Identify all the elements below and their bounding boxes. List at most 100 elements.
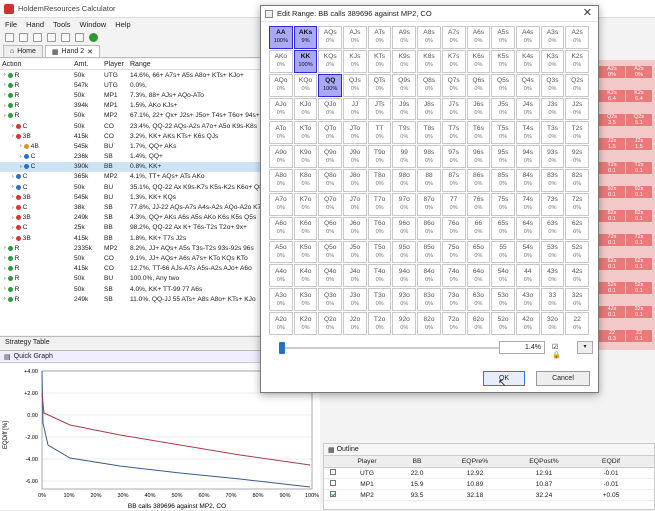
slider-track[interactable]	[279, 347, 499, 349]
range-cell-j8o[interactable]: J8o 0%	[343, 169, 367, 192]
outline-header-bb[interactable]: BB	[392, 458, 442, 465]
range-cell-93s[interactable]: 93s 0%	[540, 145, 565, 169]
range-cell-92s[interactable]: 92s 0%	[565, 145, 589, 169]
range-cell-84o[interactable]: 84o 0%	[417, 264, 441, 288]
expand-icon[interactable]: ›	[20, 154, 22, 160]
range-cell-aqo[interactable]: AQo 0%	[269, 73, 293, 97]
new-file-icon[interactable]	[5, 33, 14, 42]
undo-icon[interactable]	[47, 33, 56, 42]
range-cell-k4s[interactable]: K4s 0%	[515, 49, 540, 73]
redo-icon[interactable]	[61, 33, 70, 42]
menu-help[interactable]: Help	[115, 20, 130, 29]
range-cell-93o[interactable]: 93o 0%	[392, 288, 417, 312]
range-cell-53o[interactable]: 53o 0%	[491, 288, 515, 312]
table-row[interactable]: › C 365k MP2 4.1%, TT+ AQs+ ATs AKo	[0, 172, 261, 182]
outline-checkbox[interactable]	[330, 480, 336, 486]
range-cell-t2s[interactable]: T2s 0%	[565, 121, 589, 145]
range-cell-94s[interactable]: 94s 0%	[515, 145, 540, 169]
table-row[interactable]: › R 50k MP1 7.3%, 88+ AJs+ AQo-ATo	[0, 90, 261, 100]
range-cell-t8o[interactable]: T8o 0%	[367, 169, 392, 192]
range-cell-j9o[interactable]: J9o 0%	[343, 145, 367, 169]
range-cell-k5o[interactable]: K5o 0%	[293, 240, 318, 264]
range-cell-44[interactable]: 44 0%	[515, 264, 540, 288]
range-cell-a9s[interactable]: A9s 0%	[392, 26, 417, 49]
range-cell-j4s[interactable]: J4s 0%	[515, 97, 540, 121]
range-cell-t3s[interactable]: T3s 0%	[540, 121, 565, 145]
expand-icon[interactable]: ›	[4, 103, 6, 109]
range-cell-q9s[interactable]: Q9s 0%	[392, 73, 417, 97]
range-cell-82s[interactable]: 82s 0%	[565, 169, 589, 192]
table-row[interactable]: › C 50k BU 35.1%, QQ-22 Ax K9s-K7s K5s-K2…	[0, 182, 261, 192]
range-cell-k9o[interactable]: K9o 0%	[293, 145, 318, 169]
range-cell-a8o[interactable]: A8o 0%	[269, 169, 293, 192]
range-cell-k5s[interactable]: K5s 0%	[491, 49, 515, 73]
range-cell-74s[interactable]: 74s 0%	[515, 192, 540, 216]
range-cell-aqs[interactable]: AQs 0%	[318, 26, 343, 49]
range-cell-jto[interactable]: JTo 0%	[343, 121, 367, 145]
range-cell-q5o[interactable]: Q5o 0%	[318, 240, 343, 264]
range-cell-q2s[interactable]: Q2s 0%	[565, 73, 589, 97]
table-row[interactable]: › R 415k CO 12.7%, TT-66 AJs-A7s A5s-A2s …	[0, 264, 261, 274]
range-cell-32s[interactable]: 32s 0%	[565, 288, 589, 312]
range-cell-j4o[interactable]: J4o 0%	[343, 264, 367, 288]
outline-header-eqpost[interactable]: EQPost%	[508, 458, 580, 465]
range-cell-t8s[interactable]: T8s 0%	[417, 121, 441, 145]
options-button[interactable]: ▾	[577, 341, 593, 354]
range-cell-94o[interactable]: 94o 0%	[392, 264, 417, 288]
range-cell-43s[interactable]: 43s 0%	[540, 264, 565, 288]
range-slider[interactable]	[279, 342, 499, 354]
range-cell-a5o[interactable]: A5o 0%	[269, 240, 293, 264]
menu-window[interactable]: Window	[80, 20, 107, 29]
run-icon[interactable]	[89, 33, 98, 42]
range-cell-32o[interactable]: 32o 0%	[540, 312, 565, 335]
range-cell-84s[interactable]: 84s 0%	[515, 169, 540, 192]
range-cell-42s[interactable]: 42s 0%	[565, 264, 589, 288]
range-cell-a8s[interactable]: A8s 0%	[417, 26, 441, 49]
outline-row[interactable]: MP2 93.5 32.18 32.24 +0.05	[324, 490, 654, 501]
range-cell-t7s[interactable]: T7s 0%	[441, 121, 466, 145]
expand-icon[interactable]: ›	[12, 174, 14, 180]
range-cell-t6o[interactable]: T6o 0%	[367, 216, 392, 240]
range-cell-a4o[interactable]: A4o 0%	[269, 264, 293, 288]
range-cell-ajs[interactable]: AJs 0%	[343, 26, 367, 49]
range-cell-t4o[interactable]: T4o 0%	[367, 264, 392, 288]
range-cell-33[interactable]: 33 0%	[540, 288, 565, 312]
outline-header-player[interactable]: Player	[342, 458, 392, 465]
range-cell-tt[interactable]: TT 0%	[367, 121, 392, 145]
range-cell-aa[interactable]: AA 100%	[269, 26, 293, 49]
range-cell-83o[interactable]: 83o 0%	[417, 288, 441, 312]
range-cell-72s[interactable]: 72s 0%	[565, 192, 589, 216]
range-cell-ako[interactable]: AKo 0%	[269, 49, 293, 73]
expand-icon[interactable]: ›	[4, 286, 6, 292]
expand-icon[interactable]: ›	[12, 123, 14, 129]
range-cell-a7s[interactable]: A7s 0%	[441, 26, 466, 49]
range-cell-t4s[interactable]: T4s 0%	[515, 121, 540, 145]
range-cell-a6s[interactable]: A6s 0%	[466, 26, 491, 49]
range-percent-field[interactable]: 1.4%	[499, 341, 545, 354]
range-cell-98s[interactable]: 98s 0%	[417, 145, 441, 169]
range-cell-95o[interactable]: 95o 0%	[392, 240, 417, 264]
range-cell-aks[interactable]: AKs 9%	[293, 26, 318, 49]
range-cell-72o[interactable]: 72o 0%	[441, 312, 466, 335]
range-cell-54s[interactable]: 54s 0%	[515, 240, 540, 264]
range-cell-t9o[interactable]: T9o 0%	[367, 145, 392, 169]
range-cell-43o[interactable]: 43o 0%	[515, 288, 540, 312]
range-cell-t6s[interactable]: T6s 0%	[466, 121, 491, 145]
range-cell-j3s[interactable]: J3s 0%	[540, 97, 565, 121]
range-cell-92o[interactable]: 92o 0%	[392, 312, 417, 335]
table-row[interactable]: › R 50k MP2 67.1%, 22+ Qx+ J2s+ J5o+ T4s+…	[0, 111, 261, 121]
range-cell-87o[interactable]: 87o 0%	[417, 192, 441, 216]
expand-icon[interactable]: ›	[12, 184, 14, 190]
expand-icon[interactable]: ›	[20, 164, 22, 170]
range-cell-ato[interactable]: ATo 0%	[269, 121, 293, 145]
open-folder-icon[interactable]	[19, 33, 28, 42]
range-cell-97o[interactable]: 97o 0%	[392, 192, 417, 216]
range-cell-k3o[interactable]: K3o 0%	[293, 288, 318, 312]
range-cell-ats[interactable]: ATs 0%	[367, 26, 392, 49]
menu-file[interactable]: File	[5, 20, 17, 29]
range-cell-j5o[interactable]: J5o 0%	[343, 240, 367, 264]
expand-icon[interactable]: ›	[12, 205, 14, 211]
expand-icon[interactable]: ›	[4, 82, 6, 88]
table-row[interactable]: › 3B 545k BU 1.3%, KK+ KQs	[0, 192, 261, 202]
range-cell-66[interactable]: 66 0%	[466, 216, 491, 240]
